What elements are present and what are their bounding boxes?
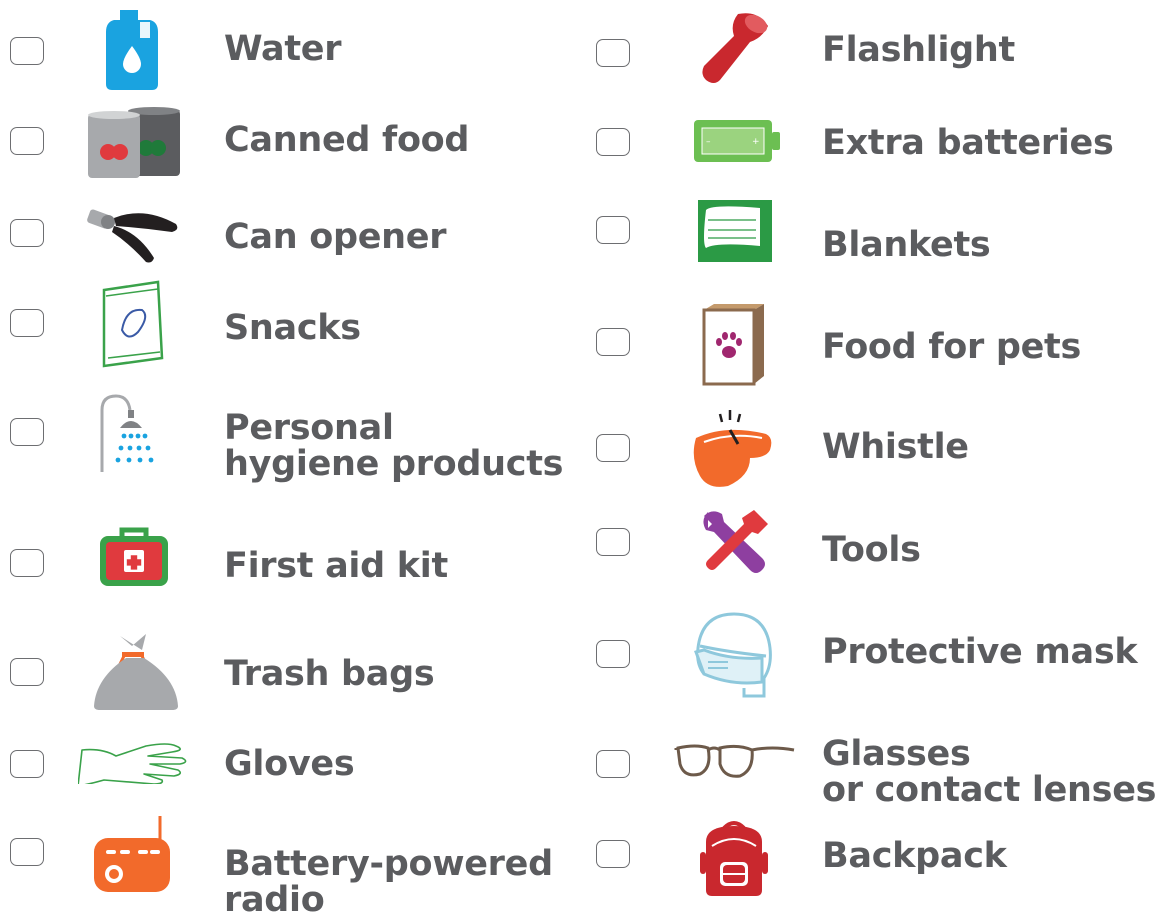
mask-icon [694,612,772,698]
label-protective-mask: Protective mask [822,632,1138,672]
battery-icon: – + [694,120,780,162]
glove-icon [78,743,187,784]
checkbox-glasses[interactable] [596,750,630,778]
checkbox-radio[interactable] [10,838,44,866]
trash-bag-icon [94,634,178,710]
label-flashlight: Flashlight [822,30,1015,70]
checkbox-gloves[interactable] [10,750,44,778]
label-personal-hygiene: Personal hygiene products [224,408,564,484]
checkbox-first-aid-kit[interactable] [10,549,44,577]
checkbox-whistle[interactable] [596,434,630,462]
label-line-2: radio [224,880,325,920]
label-whistle: Whistle [822,427,969,467]
label-canned-food: Canned food [224,120,470,160]
checkbox-blankets[interactable] [596,216,630,244]
checkbox-backpack[interactable] [596,840,630,868]
checkbox-can-opener[interactable] [10,219,44,247]
canned-food-icon [88,107,180,178]
first-aid-kit-icon [100,527,168,586]
checkbox-snacks[interactable] [10,309,44,337]
checkbox-canned-food[interactable] [10,127,44,155]
glasses-icon [674,744,795,778]
backpack-icon [700,821,768,896]
svg-text:–: – [706,137,711,147]
checkbox-protective-mask[interactable] [596,640,630,668]
label-blankets: Blankets [822,225,991,265]
tools-icon [703,510,768,573]
label-gloves: Gloves [224,744,355,784]
flashlight-icon [702,13,768,84]
checkbox-personal-hygiene[interactable] [10,418,44,446]
label-line-1: Personal [224,408,394,448]
label-water: Water [224,29,342,69]
label-line-1: Glasses [822,734,971,774]
svg-text:+: + [752,137,760,147]
pet-food-icon [702,304,764,386]
label-extra-batteries: Extra batteries [822,123,1114,163]
shower-icon [100,394,154,472]
checkbox-flashlight[interactable] [596,39,630,67]
checkbox-water[interactable] [10,37,44,65]
checkbox-trash-bags[interactable] [10,658,44,686]
radio-icon [94,816,170,892]
label-tools: Tools [822,530,921,570]
checkbox-extra-batteries[interactable] [596,128,630,156]
label-backpack: Backpack [822,836,1007,876]
can-opener-icon [87,209,178,263]
label-line-2: hygiene products [224,444,564,484]
label-can-opener: Can opener [224,217,447,257]
label-line-2: or contact lenses [822,770,1155,810]
checkbox-tools[interactable] [596,528,630,556]
blanket-icon [698,200,772,262]
label-radio: Battery-powered radio [224,846,553,918]
label-snacks: Snacks [224,308,361,348]
whistle-icon [693,410,772,487]
label-first-aid-kit: First aid kit [224,546,448,586]
label-line-1: Battery-powered [224,844,553,884]
label-trash-bags: Trash bags [224,654,435,694]
label-food-for-pets: Food for pets [822,327,1081,367]
snacks-icon [102,280,164,368]
label-glasses: Glasses or contact lenses [822,736,1155,808]
checkbox-food-for-pets[interactable] [596,328,630,356]
water-jug-icon [106,10,158,90]
